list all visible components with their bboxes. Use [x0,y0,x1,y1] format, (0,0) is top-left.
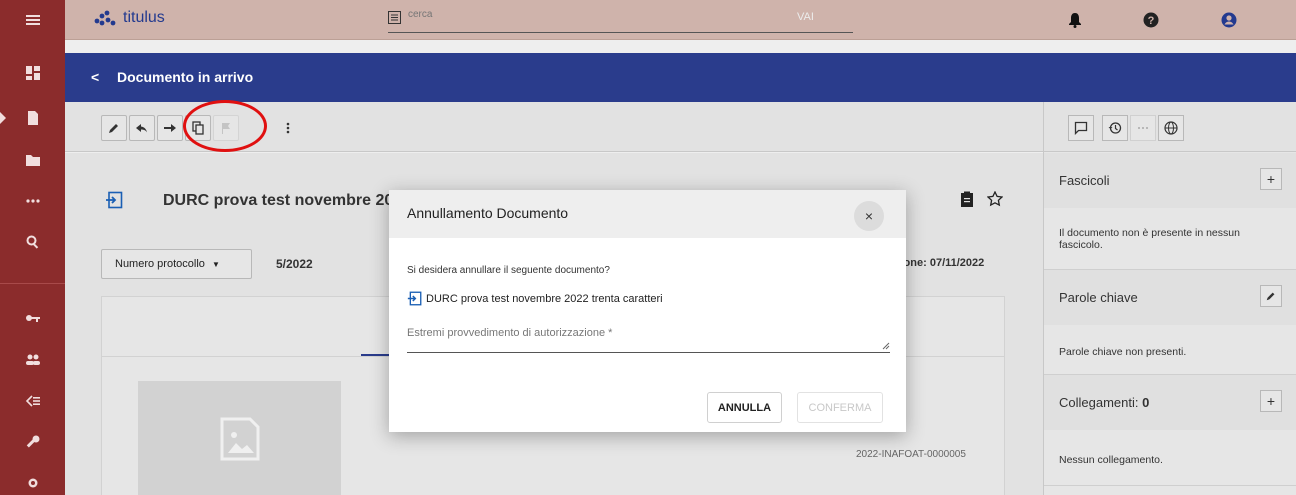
forward-button[interactable] [157,115,183,141]
protocol-number-select[interactable]: Numero protocollo ▼ [101,249,252,279]
dialog-header: Annullamento Documento × [389,190,906,238]
protocol-value: 5/2022 [276,257,313,271]
user-account-icon[interactable] [1220,11,1238,29]
registration-date: zione: 07/11/2022 [895,257,985,269]
edit-keywords-button[interactable] [1260,285,1282,307]
star-icon[interactable] [987,191,1003,207]
dashboard-icon[interactable] [0,53,65,93]
cancel-button[interactable]: ANNULLA [707,392,782,423]
autorizzazione-field[interactable]: Estremi provvedimento di autorizzazione … [407,325,890,353]
active-tab-indicator [361,354,391,356]
dialog-title: Annullamento Documento [407,205,569,221]
app-logo[interactable]: titulus [91,9,165,27]
search-field-icon [388,11,401,24]
annullamento-dialog: Annullamento Documento × Si desidera ann… [389,190,906,432]
search-input[interactable] [408,9,828,20]
key-icon[interactable] [0,298,65,338]
document-code: 2022-INAFOAT-0000005 [856,449,966,460]
dots-horizontal-icon [1138,127,1148,129]
collegamenti-count: 0 [1142,395,1150,410]
help-icon[interactable]: ? [1142,11,1160,29]
folder-icon[interactable] [0,140,65,180]
dialog-document: DURC prova test novembre 2022 trenta car… [407,291,663,306]
top-bar: titulus VAI ? [65,0,1296,40]
parole-chiave-body: Parole chiave non presenti. [1059,346,1187,358]
add-link-button[interactable]: + [1260,390,1282,412]
titulus-logo-icon [94,10,116,26]
rail-divider [0,283,65,284]
fascicoli-body: Il documento non è presente in nessun fa… [1059,227,1240,251]
incoming-document-icon [106,191,123,209]
collegamenti-body: Nessun collegamento. [1059,454,1163,466]
right-panel: Fascicoli + Il documento non è presente … [1043,102,1296,495]
link-icon[interactable] [0,181,65,221]
fascicoli-title: Fascicoli [1059,173,1110,188]
comment-icon [1074,121,1088,135]
back-button[interactable]: < [91,69,99,85]
collegamenti-title: Collegamenti: 0 [1059,395,1149,410]
chevron-down-icon: ▼ [211,260,220,269]
close-icon: × [864,208,874,224]
history-button[interactable] [1102,115,1128,141]
search-go-button[interactable]: VAI [797,11,814,23]
plus-icon: + [1266,171,1276,187]
close-button[interactable]: × [854,201,884,231]
fascicoli-header: Fascicoli + [1044,153,1296,208]
menu-icon[interactable] [0,0,65,40]
parole-chiave-header: Parole chiave [1044,270,1296,325]
right-panel-toolbar [1044,102,1296,152]
document-icon[interactable] [0,98,65,138]
autorizzazione-label: Estremi provvedimento di autorizzazione … [407,327,613,339]
annotation-circle [183,100,267,152]
search-icon[interactable] [0,222,65,262]
search-bar [388,7,853,33]
protocol-select-label: Numero protocollo [115,258,205,270]
bell-icon[interactable] [1066,11,1084,29]
links-button[interactable] [1130,115,1156,141]
document-thumbnail[interactable] [138,381,341,495]
users-icon[interactable] [0,339,65,379]
history-icon [1108,122,1122,134]
app-name: titulus [123,9,165,26]
edit-button[interactable] [101,115,127,141]
pencil-icon [1266,292,1275,301]
settings-icon[interactable] [0,463,65,495]
document-actions [959,191,1003,207]
reply-button[interactable] [129,115,155,141]
pencil-icon [109,124,118,133]
globe-icon [1164,121,1178,135]
svg-text:?: ? [1148,15,1155,27]
reply-icon [136,124,147,133]
plus-icon: + [1266,393,1276,409]
more-options-button[interactable] [275,115,301,141]
wrench-icon[interactable] [0,422,65,462]
more-vertical-icon [286,122,290,134]
collegamenti-label: Collegamenti: [1059,395,1143,410]
dialog-question: Si desidera annullare il seguente docume… [407,265,610,276]
left-rail [0,0,65,495]
comment-button[interactable] [1068,115,1094,141]
page-header: < Documento in arrivo [65,53,1296,102]
web-button[interactable] [1158,115,1184,141]
collegamenti-header: Collegamenti: 0 + [1044,375,1296,430]
dialog-document-name: DURC prova test novembre 2022 trenta car… [426,292,663,305]
document-title: DURC prova test novembre 20 [163,192,394,209]
page-title: Documento in arrivo [117,69,254,85]
section-divider [1044,485,1296,486]
clipboard-icon[interactable] [959,191,975,207]
resize-grip-icon[interactable] [882,342,890,350]
image-placeholder-icon [220,417,259,460]
confirm-button[interactable]: CONFERMA [797,392,883,423]
arrow-right-icon [164,124,176,132]
list-filter-icon[interactable] [0,381,65,421]
add-fascicolo-button[interactable]: + [1260,168,1282,190]
parole-chiave-title: Parole chiave [1059,290,1138,305]
incoming-document-icon [407,291,422,306]
